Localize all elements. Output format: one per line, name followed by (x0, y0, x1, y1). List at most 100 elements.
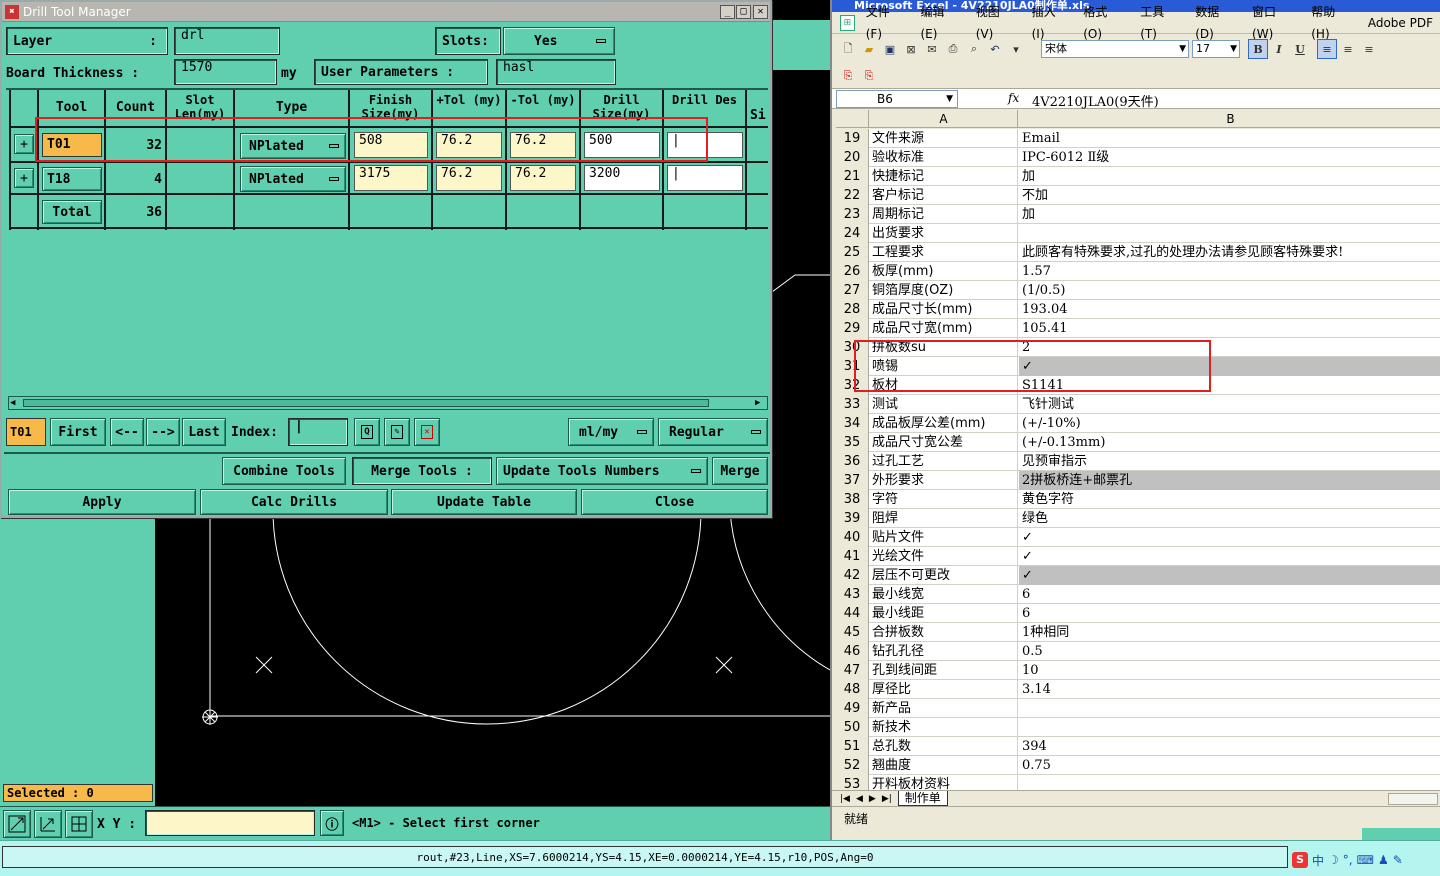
sheet-row[interactable]: 50 新技术 (836, 718, 1440, 737)
row-number[interactable]: 45 (836, 623, 869, 642)
cell-a[interactable]: 翘曲度 (870, 756, 1018, 775)
align-center-icon[interactable]: ≡ (1338, 39, 1358, 59)
cell-b[interactable]: (+/-0.13mm) (1019, 433, 1440, 452)
row-number[interactable]: 25 (836, 243, 869, 262)
cell-b[interactable]: 193.04 (1019, 300, 1440, 319)
scroll-thumb[interactable] (23, 399, 709, 407)
undo-icon[interactable]: ↶ (985, 39, 1005, 59)
cell-b[interactable]: ✓ (1019, 357, 1440, 376)
cell-b[interactable]: 3.14 (1019, 680, 1440, 699)
cell-a[interactable]: 拼板数su (870, 338, 1018, 357)
cell-a[interactable]: 快捷标记 (870, 167, 1018, 186)
row-number[interactable]: 22 (836, 186, 869, 205)
sheet-row[interactable]: 49 新产品 (836, 699, 1440, 718)
row-number[interactable]: 26 (836, 262, 869, 281)
row-number[interactable]: 40 (836, 528, 869, 547)
cell-b[interactable]: 加 (1019, 167, 1440, 186)
cell-a[interactable]: 开料板材资料 (870, 775, 1018, 790)
row-number[interactable]: 48 (836, 680, 869, 699)
sheet-row[interactable]: 22 客户标记 不加 (836, 186, 1440, 205)
sheet-row[interactable]: 31 喷锡 ✓ (836, 357, 1440, 376)
drill-size-input[interactable]: 500 (584, 132, 660, 158)
col-header-b[interactable]: B (1019, 110, 1440, 128)
cell-b[interactable]: 绿色 (1019, 509, 1440, 528)
sheet-row[interactable]: 36 过孔工艺 见预审指示 (836, 452, 1440, 471)
cell-a[interactable]: 外形要求 (870, 471, 1018, 490)
edit-button[interactable]: ✎ (384, 418, 410, 446)
next-sheet-icon[interactable]: ▶ (869, 794, 876, 804)
minimize-button[interactable]: _ (720, 5, 735, 19)
sheet-row[interactable]: 53 开料板材资料 (836, 775, 1440, 790)
row-number[interactable]: 33 (836, 395, 869, 414)
cell-a[interactable]: 光绘文件 (870, 547, 1018, 566)
cell-a[interactable]: 成品尺寸宽公差 (870, 433, 1018, 452)
sheet-row[interactable]: 41 光绘文件 ✓ (836, 547, 1440, 566)
type-dropdown[interactable]: NPlated (240, 133, 346, 159)
cell-b[interactable]: (+/-10%) (1019, 414, 1440, 433)
cell-b[interactable]: 0.5 (1019, 642, 1440, 661)
sheet-row[interactable]: 37 外形要求 2拼板桥连+邮票孔 (836, 471, 1440, 490)
sheet-grid[interactable]: 19 文件来源 Email 20 验收标准 IPC-6012 Ⅱ级 21 快捷标记加 22 客户标… (836, 129, 1440, 790)
sheet-row[interactable]: 38 字符 黄色字符 (836, 490, 1440, 509)
cell-a[interactable]: 验收标准 (870, 148, 1018, 167)
cell-a[interactable]: 工程要求 (870, 243, 1018, 262)
prev-sheet-icon[interactable]: ◀ (856, 794, 863, 804)
sheet-row[interactable]: 30 拼板数su 2 (836, 338, 1440, 357)
search-button[interactable]: Q (354, 418, 380, 446)
cell-b[interactable]: 2 (1019, 338, 1440, 357)
row-number[interactable]: 50 (836, 718, 869, 737)
sheet-row[interactable]: 39 阻焊 绿色 (836, 509, 1440, 528)
row-number[interactable]: 28 (836, 300, 869, 319)
cell-a[interactable]: 喷锡 (870, 357, 1018, 376)
close-button[interactable]: Close (581, 489, 768, 515)
cell-a[interactable]: 文件来源 (870, 129, 1018, 148)
print-preview-icon[interactable]: ⌕ (964, 39, 984, 59)
cell-a[interactable]: 总孔数 (870, 737, 1018, 756)
apply-button[interactable]: Apply (8, 489, 196, 515)
cell-a[interactable]: 成品板厚公差(mm) (870, 414, 1018, 433)
hscroll-track[interactable] (1388, 792, 1438, 805)
cell-b[interactable] (1019, 224, 1440, 243)
cell-a[interactable]: 字符 (870, 490, 1018, 509)
cell-b[interactable] (1019, 775, 1440, 790)
cell-a[interactable]: 贴片文件 (870, 528, 1018, 547)
workbook-icon[interactable]: ⊞ (840, 14, 855, 31)
cell-a[interactable]: 板厚(mm) (870, 262, 1018, 281)
info-button[interactable]: ⓘ (320, 810, 344, 836)
cell-b[interactable]: 2拼板桥连+邮票孔 (1019, 471, 1440, 490)
cell-a[interactable]: 新技术 (870, 718, 1018, 737)
next-button[interactable]: --> (146, 418, 180, 446)
row-number[interactable]: 20 (836, 148, 869, 167)
update-table-button[interactable]: Update Table (391, 489, 577, 515)
delete-button[interactable]: ✕ (414, 418, 440, 446)
first-sheet-icon[interactable]: |◀ (840, 794, 850, 804)
cell-b[interactable]: 加 (1019, 205, 1440, 224)
row-number[interactable]: 52 (836, 756, 869, 775)
row-number[interactable]: 44 (836, 604, 869, 623)
row-number[interactable]: 49 (836, 699, 869, 718)
cell-b[interactable]: ✓ (1019, 566, 1440, 585)
cell-a[interactable]: 新产品 (870, 699, 1018, 718)
row-number[interactable]: 51 (836, 737, 869, 756)
sheet-row[interactable]: 29 成品尺寸宽(mm) 105.41 (836, 319, 1440, 338)
undo-dropdown-icon[interactable]: ▾ (1006, 39, 1026, 59)
pdf-convert-icon[interactable]: ⎘ (838, 66, 858, 86)
row-number[interactable]: 53 (836, 775, 869, 790)
sheet-row[interactable]: 27 铜箔厚度(OZ) (1/0.5) (836, 281, 1440, 300)
expand-row-button[interactable]: + (14, 168, 34, 188)
cell-a[interactable]: 层压不可更改 (870, 566, 1018, 585)
row-number[interactable]: 36 (836, 452, 869, 471)
row-number[interactable]: 43 (836, 585, 869, 604)
sheet-row[interactable]: 35 成品尺寸宽公差 (+/-0.13mm) (836, 433, 1440, 452)
board-thickness-input[interactable]: 1570 (174, 59, 277, 85)
sheet-row[interactable]: 40 贴片文件 ✓ (836, 528, 1440, 547)
tool-cell-t18[interactable]: T18 (42, 167, 102, 191)
sheet-row[interactable]: 46 钻孔孔径 0.5 (836, 642, 1440, 661)
pdf-email-icon[interactable]: ⎘ (859, 66, 879, 86)
sheet-row[interactable]: 28 成品尺寸长(mm) 193.04 (836, 300, 1440, 319)
row-number[interactable]: 41 (836, 547, 869, 566)
row-number[interactable]: 32 (836, 376, 869, 395)
moon-icon[interactable]: ☽ (1328, 853, 1339, 867)
sheet-row[interactable]: 44 最小线距 6 (836, 604, 1440, 623)
print-icon[interactable]: ⎙ (943, 39, 963, 59)
